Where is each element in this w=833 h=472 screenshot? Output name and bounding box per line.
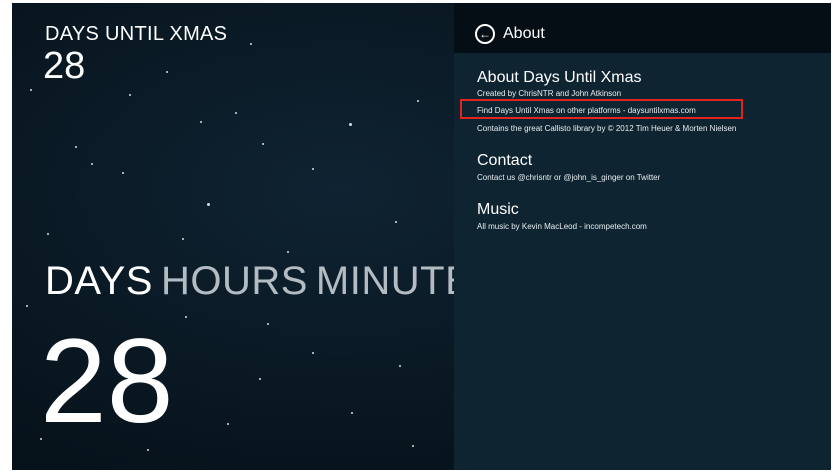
star [262,143,264,145]
star [182,238,184,240]
unit-hours[interactable]: HOURS [161,259,308,303]
star [91,163,93,165]
library-credit-line: Contains the great Callisto library by ©… [477,124,737,133]
star [200,121,202,123]
about-flyout: ← About About Days Until Xmas Created by… [454,3,831,470]
contact-line[interactable]: Contact us @chrisntr or @john_is_ginger … [477,173,660,182]
star [235,112,237,114]
star [259,378,261,380]
unit-days[interactable]: DAYS [45,259,153,303]
star [185,316,187,318]
star [312,168,314,170]
countdown-big-value: 28 [40,314,174,448]
star [349,123,352,126]
star [166,71,168,73]
star [147,449,149,451]
music-credit-line[interactable]: All music by Kevin MacLeod - incompetech… [477,222,647,231]
star [287,251,289,253]
highlight-box [460,99,743,119]
star [351,412,353,414]
star [129,94,131,96]
star [47,233,49,235]
unit-selector: DAYS HOURS MINUTE [45,259,472,304]
section-title-about: About Days Until Xmas [477,69,642,86]
star [122,172,124,174]
countdown-header-value: 28 [43,45,86,87]
star [395,221,397,223]
star [250,43,252,45]
flyout-title: About [503,25,545,42]
credits-line: Created by ChrisNTR and John Atkinson [477,89,622,98]
star [417,100,419,102]
app-window: DAYS UNTIL XMAS 28 DAYS HOURS MINUTE 28 ← … [12,3,831,470]
section-title-music: Music [477,201,519,218]
star [399,365,401,367]
back-arrow-icon[interactable]: ← [475,24,495,44]
countdown-header-label: DAYS UNTIL XMAS [45,23,228,45]
star [30,89,32,91]
section-title-contact: Contact [477,152,533,169]
flyout-header: ← About [454,3,831,53]
star [267,323,269,325]
star [227,423,229,425]
star [75,146,77,148]
star [26,305,28,307]
star [412,445,414,447]
star [207,203,210,206]
star [312,352,314,354]
unit-minutes[interactable]: MINUTE [316,259,472,303]
